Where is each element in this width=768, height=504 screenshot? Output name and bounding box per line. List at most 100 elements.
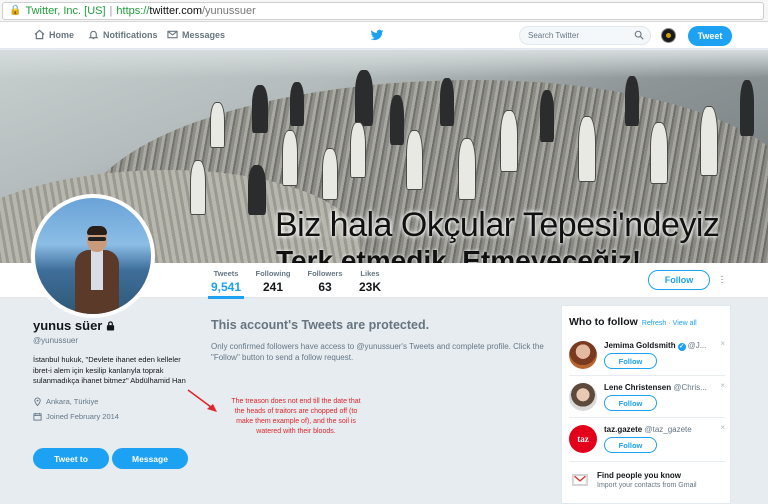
banner-figure (282, 130, 298, 186)
stat-value: 241 (262, 280, 284, 294)
banner-figure (440, 78, 454, 126)
who-to-follow-title: Who to follow (569, 316, 638, 328)
url-separator: | (109, 4, 113, 17)
banner-figure (322, 148, 338, 200)
banner-figure (458, 138, 476, 200)
twitter-bird-icon[interactable] (370, 28, 384, 42)
profile-name-text: yunus süer (33, 318, 103, 333)
stat-label: Tweets (213, 269, 239, 278)
url-scheme: https:// (116, 4, 150, 17)
find-people-subtitle: Import your contacts from Gmail (597, 482, 697, 489)
nav-home-label: Home (49, 29, 75, 40)
banner-sky (0, 50, 768, 78)
browser-url-bar: 🔒 Twitter, Inc. [US] | https://twitter.c… (0, 0, 768, 22)
stat-label: Likes (360, 269, 380, 278)
profile-handle[interactable]: @yunussuer (33, 336, 198, 345)
stat-likes[interactable]: Likes 23K (356, 269, 384, 294)
annotation-arrow-icon (187, 389, 217, 412)
banner-figure (390, 95, 404, 145)
view-all-link[interactable]: View all (673, 320, 697, 327)
banner-caption-line1: Biz hala Okçular Tepesi'ndeyiz (275, 206, 720, 244)
banner-figure (210, 102, 225, 148)
gmail-icon (572, 474, 588, 486)
nav-notifications[interactable]: Notifications (88, 29, 158, 40)
nav-notifications-label: Notifications (103, 29, 158, 40)
dismiss-icon[interactable]: × (720, 381, 725, 390)
calendar-icon (33, 412, 42, 421)
banner-figure (500, 110, 518, 172)
avatar-person (75, 226, 119, 314)
url-host: twitter.com (149, 4, 202, 17)
banner-figure (190, 160, 206, 215)
stat-value: 9,541 (210, 280, 242, 294)
suggestion-follow-button[interactable]: Follow (604, 437, 657, 453)
message-button[interactable]: Message (112, 448, 188, 469)
banner-figure (350, 122, 366, 178)
profile-avatar[interactable] (31, 194, 155, 318)
banner-figure (406, 130, 423, 190)
divider (569, 461, 725, 462)
banner-figure (540, 90, 554, 142)
nav-home[interactable]: Home (34, 29, 74, 40)
dismiss-icon[interactable]: × (720, 339, 725, 348)
header-separator: · (668, 320, 671, 327)
stat-value: 23K (358, 280, 381, 294)
suggestion-avatar[interactable]: taz (569, 425, 597, 453)
banner-figure (650, 122, 668, 184)
home-icon (34, 29, 45, 40)
banner-figure (252, 85, 268, 133)
suggestion-follow-button[interactable]: Follow (604, 353, 657, 369)
banner-figure (290, 82, 304, 126)
find-people-title: Find people you know (597, 471, 681, 480)
stat-following[interactable]: Following 241 (254, 269, 292, 294)
who-to-follow-header: Who to follow Refresh · View all (569, 316, 697, 328)
stat-value: 63 (318, 280, 332, 294)
protected-notice: This account's Tweets are protected. Onl… (211, 318, 556, 363)
tweet-button[interactable]: Tweet (688, 26, 732, 46)
who-to-follow-panel: Who to follow Refresh · View all Jemima … (561, 305, 731, 504)
banner-figure (248, 165, 266, 215)
certificate-org: Twitter, Inc. [US] (25, 4, 106, 17)
tweet-to-button[interactable]: Tweet to (33, 448, 109, 469)
location-pin-icon (34, 397, 41, 406)
protected-body: Only confirmed followers have access to … (211, 342, 544, 362)
suggestion-name[interactable]: Jemima Goldsmith ✓ @J... (604, 341, 724, 351)
dismiss-icon[interactable]: × (720, 423, 725, 432)
profile-card: yunus süer @yunussuer İstanbul hukuk, "D… (33, 318, 198, 469)
nav-messages[interactable]: Messages (167, 29, 225, 40)
suggestion-name[interactable]: Lene Christensen @Chris... (604, 383, 724, 392)
address-field[interactable]: 🔒 Twitter, Inc. [US] | https://twitter.c… (2, 1, 764, 20)
follow-button[interactable]: Follow (648, 270, 710, 290)
suggestion-follow-button[interactable]: Follow (604, 395, 657, 411)
search-icon[interactable] (634, 30, 644, 40)
banner-figure (625, 76, 639, 126)
stat-label: Followers (307, 269, 343, 278)
more-options-icon[interactable]: · · · (719, 272, 725, 288)
suggestion-avatar[interactable] (569, 383, 597, 411)
profile-joined-text: Joined February 2014 (46, 411, 119, 421)
nav-messages-label: Messages (182, 29, 226, 40)
profile-joined: Joined February 2014 (33, 412, 198, 421)
stat-followers[interactable]: Followers 63 (306, 269, 344, 294)
suggestion-avatar[interactable] (569, 341, 597, 369)
search-placeholder: Search Twitter (528, 31, 579, 40)
stat-tweets[interactable]: Tweets 9,541 (208, 269, 244, 299)
top-navigation: Home Notifications Messages Search Twitt… (0, 22, 768, 49)
banner-figure (700, 106, 718, 176)
profile-name[interactable]: yunus süer (33, 318, 198, 333)
translation-annotation: The treason does not end till the date t… (231, 398, 361, 435)
suggestion-name[interactable]: taz.gazete @taz_gazete (604, 425, 724, 434)
bell-icon (88, 30, 99, 40)
divider (569, 375, 725, 376)
search-input[interactable]: Search Twitter (519, 26, 651, 45)
suggestion-item[interactable]: taz taz.gazete @taz_gazete × Follow (569, 423, 729, 465)
banner-figure (578, 116, 596, 182)
envelope-icon (167, 30, 178, 39)
refresh-link[interactable]: Refresh (642, 320, 667, 327)
protected-title: This account's Tweets are protected. (211, 318, 430, 332)
padlock-icon (107, 320, 115, 330)
banner-figure (355, 70, 373, 126)
account-avatar[interactable] (661, 28, 676, 43)
url-path: /yunussuer (202, 4, 256, 17)
stat-label: Following (255, 269, 291, 278)
